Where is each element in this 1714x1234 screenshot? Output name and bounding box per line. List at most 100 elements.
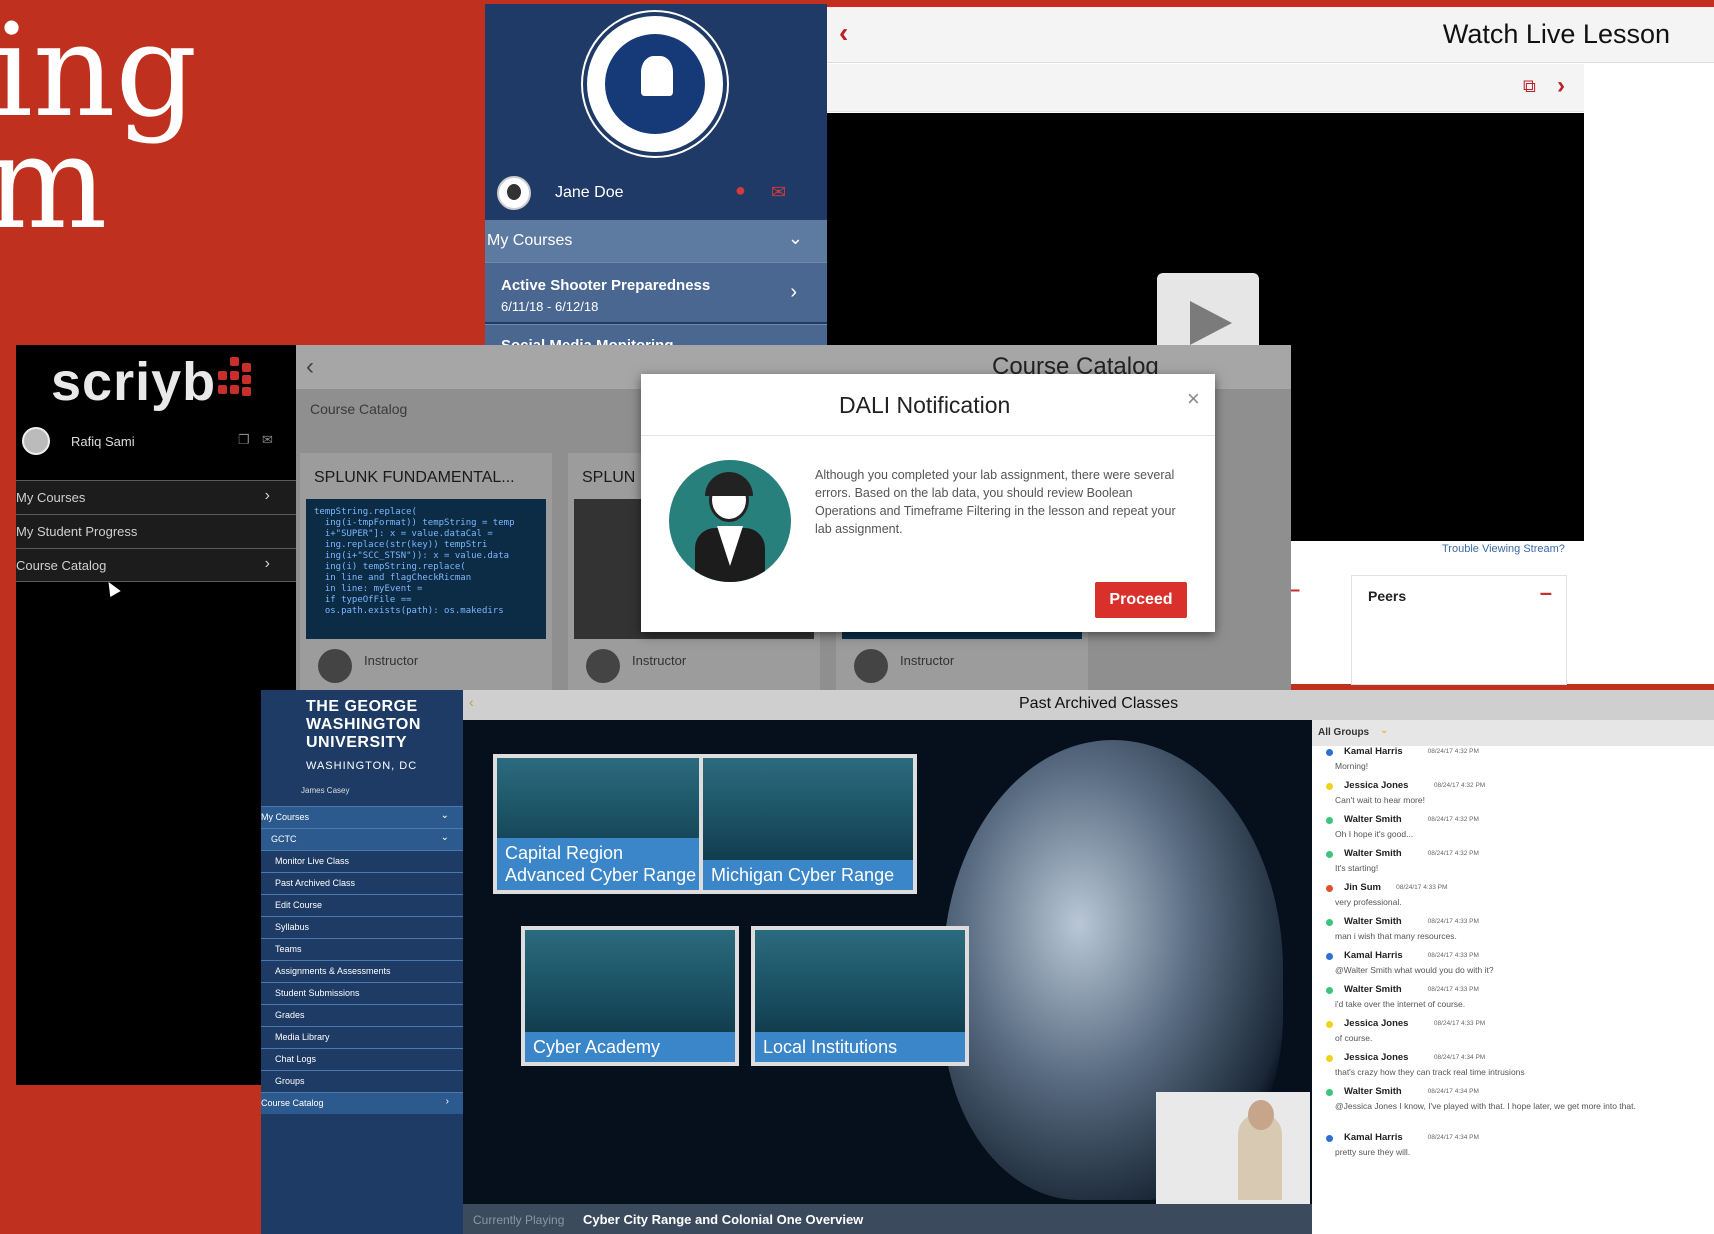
nav-label: Groups: [275, 1076, 305, 1086]
sidebar-item-my-courses[interactable]: My Courses ›: [16, 480, 296, 514]
sidebar-item-gctc[interactable]: GCTC ⌄: [261, 828, 463, 850]
status-dot-icon: [1326, 919, 1333, 926]
chat-timestamp: 08/24/17 4:33 PM: [1427, 952, 1479, 959]
chat-text: pretty sure they will.: [1335, 1147, 1411, 1157]
course-card-title: SPLUNK FUNDAMENTAL...: [314, 469, 515, 486]
range-tile[interactable]: Michigan Cyber Range: [699, 754, 917, 894]
scriyb-logo: scriyb: [51, 352, 217, 412]
sidebar-item-assignments[interactable]: Assignments & Assessments: [261, 960, 463, 982]
chat-timestamp: 08/24/17 4:33 PM: [1396, 884, 1448, 891]
eagle-icon: [641, 56, 673, 96]
sidebar-item-student-progress[interactable]: My Student Progress: [16, 514, 296, 548]
my-courses-toggle[interactable]: My Courses ⌄: [485, 220, 827, 262]
sidebar-item-course-catalog[interactable]: Course Catalog ›: [16, 548, 296, 582]
chat-timestamp: 08/24/17 4:34 PM: [1427, 1088, 1479, 1095]
course-item[interactable]: Active Shooter Preparedness 6/11/18 - 6/…: [485, 262, 827, 322]
trouble-viewing-link[interactable]: Trouble Viewing Stream?: [1442, 543, 1565, 555]
user-name: Rafiq Sami: [71, 434, 135, 449]
nav-label: My Student Progress: [16, 524, 138, 539]
course-item[interactable]: Social Media Monitoring: [485, 324, 827, 346]
sidebar-item-monitor-live-class[interactable]: Monitor Live Class: [261, 850, 463, 872]
user-icon[interactable]: ●: [735, 180, 746, 201]
copy-icon[interactable]: ❐: [238, 432, 250, 448]
sidebar-item-syllabus[interactable]: Syllabus: [261, 916, 463, 938]
collapse-peers-icon[interactable]: –: [1540, 580, 1552, 606]
currently-playing-title: Cyber City Range and Colonial One Overvi…: [583, 1212, 864, 1227]
chevron-left-icon[interactable]: ‹: [306, 353, 314, 381]
gwu-logo: THE GEORGE WASHINGTON UNIVERSITY: [306, 698, 421, 752]
live-header: ‹ Watch Live Lesson: [827, 7, 1714, 63]
scriyb-logo-icon: [216, 357, 254, 405]
course-card[interactable]: SPLUNK FUNDAMENTAL... tempString.replace…: [300, 453, 552, 690]
sidebar-item-past-archived-class[interactable]: Past Archived Class: [261, 872, 463, 894]
chat-author[interactable]: Jessica Jones: [1344, 780, 1408, 791]
sidebar-item-chat-logs[interactable]: Chat Logs: [261, 1048, 463, 1070]
chat-author[interactable]: Walter Smith: [1344, 984, 1402, 995]
sidebar-item-student-submissions[interactable]: Student Submissions: [261, 982, 463, 1004]
chat-message: Jessica Jones 08/24/17 4:34 PM that's craz…: [1312, 1052, 1714, 1086]
chat-author[interactable]: Walter Smith: [1344, 1086, 1402, 1097]
sidebar-item-teams[interactable]: Teams: [261, 938, 463, 960]
archived-header: ‹ Past Archived Classes: [463, 690, 1714, 720]
chat-text: @Walter Smith what would you do with it?: [1335, 965, 1494, 975]
logo-line: UNIVERSITY: [306, 734, 408, 751]
nav-label: Edit Course: [275, 900, 323, 910]
chevron-right-icon[interactable]: ›: [1557, 72, 1565, 100]
chat-author[interactable]: Walter Smith: [1344, 848, 1402, 859]
tile-label: Michigan Cyber Range: [703, 860, 913, 890]
status-dot-icon: [1326, 783, 1333, 790]
sidebar-item-media-library[interactable]: Media Library: [261, 1026, 463, 1048]
sidebar-item-edit-course[interactable]: Edit Course: [261, 894, 463, 916]
chat-text: i'd take over the internet of course.: [1335, 999, 1466, 1009]
dali-notification-modal: DALI Notification × Although you complet…: [641, 374, 1215, 632]
chevron-left-icon[interactable]: ‹: [839, 17, 848, 49]
chat-timestamp: 08/24/17 4:32 PM: [1427, 816, 1479, 823]
nav-label: Grades: [275, 1010, 305, 1020]
chat-author[interactable]: Jessica Jones: [1344, 1018, 1408, 1029]
sidebar-item-course-catalog[interactable]: Course Catalog ›: [261, 1092, 463, 1114]
chevron-right-icon: ›: [264, 555, 270, 572]
chat-text: It's starting!: [1335, 863, 1379, 873]
group-filter[interactable]: All Groups ⌄: [1312, 720, 1714, 746]
status-dot-icon: [1326, 851, 1333, 858]
chevron-down-icon: ⌄: [440, 832, 449, 843]
range-tile[interactable]: Cyber Academy: [521, 926, 739, 1066]
nav-label: Monitor Live Class: [275, 856, 350, 866]
chat-author[interactable]: Walter Smith: [1344, 814, 1402, 825]
sidebar-item-groups[interactable]: Groups: [261, 1070, 463, 1092]
status-dot-icon: [1326, 987, 1333, 994]
external-link-icon[interactable]: ⧉: [1523, 76, 1536, 97]
breadcrumb[interactable]: Course Catalog: [310, 401, 407, 417]
group-filter-label: All Groups: [1318, 727, 1370, 738]
mail-icon[interactable]: ✉: [771, 182, 786, 203]
sidebar-item-my-courses[interactable]: My Courses ⌄: [261, 806, 463, 828]
chat-author[interactable]: Kamal Harris: [1344, 746, 1403, 757]
chat-author[interactable]: Walter Smith: [1344, 916, 1402, 927]
avatar[interactable]: [497, 176, 531, 210]
chat-author[interactable]: Kamal Harris: [1344, 950, 1403, 961]
chevron-right-icon: ›: [264, 487, 270, 504]
mail-icon[interactable]: ✉: [262, 432, 273, 448]
chat-message: Walter Smith 08/24/17 4:33 PM man i wish t…: [1312, 916, 1714, 950]
chat-message: Walter Smith 08/24/17 4:34 PM @Jessica Jon…: [1312, 1086, 1714, 1120]
dhs-seal-logo: [583, 12, 727, 156]
chevron-left-icon[interactable]: ‹: [469, 694, 474, 710]
instructor-label: Instructor: [364, 653, 419, 668]
sidebar-item-grades[interactable]: Grades: [261, 1004, 463, 1026]
chat-message: Kamal Harris 08/24/17 4:32 PM Morning!: [1312, 746, 1714, 780]
range-tile[interactable]: Local Institutions: [751, 926, 969, 1066]
chat-message: Jessica Jones 08/24/17 4:32 PM Can't wait …: [1312, 780, 1714, 814]
chat-author[interactable]: Jessica Jones: [1344, 1052, 1408, 1063]
status-dot-icon: [1326, 817, 1333, 824]
tile-label: Local Institutions: [755, 1032, 965, 1062]
chat-message: Jin Sum 08/24/17 4:33 PM very professional…: [1312, 882, 1714, 916]
proceed-button[interactable]: Proceed: [1095, 582, 1187, 618]
chat-timestamp: 08/24/17 4:32 PM: [1427, 850, 1479, 857]
avatar[interactable]: [22, 427, 50, 455]
nav-label: My Courses: [16, 490, 86, 505]
chevron-down-icon: ⌄: [1380, 725, 1389, 736]
chat-author[interactable]: Jin Sum: [1344, 882, 1381, 893]
chat-author[interactable]: Kamal Harris: [1344, 1132, 1403, 1143]
close-icon[interactable]: ×: [1187, 386, 1200, 412]
range-tile[interactable]: Capital Region Advanced Cyber Range: [493, 754, 711, 894]
